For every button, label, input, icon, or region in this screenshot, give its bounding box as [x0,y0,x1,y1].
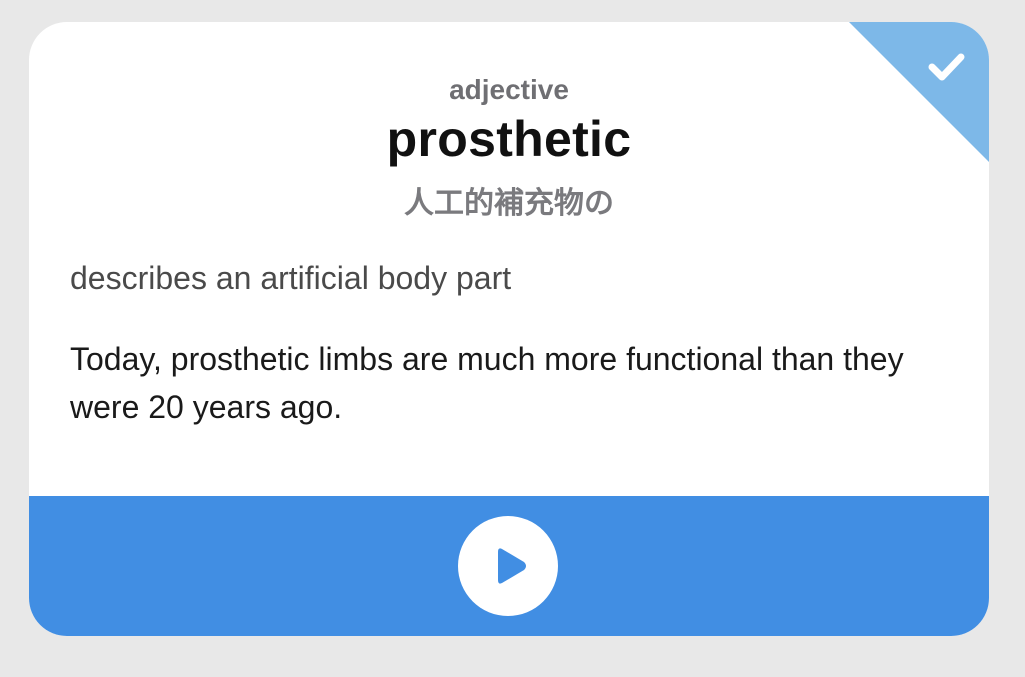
audio-bar [29,496,989,636]
word-definition: describes an artificial body part [70,260,512,296]
word-translation: 人工的補充物の [404,186,614,221]
flashcard: adjective prosthetic 人工的補充物の describes a… [29,22,989,636]
vocabulary-word: prosthetic [386,111,632,167]
play-audio-button[interactable] [458,516,558,616]
part-of-speech: adjective [449,74,569,105]
example-sentence: Today, prosthetic limbs are much more fu… [70,341,904,425]
play-icon [498,548,526,584]
